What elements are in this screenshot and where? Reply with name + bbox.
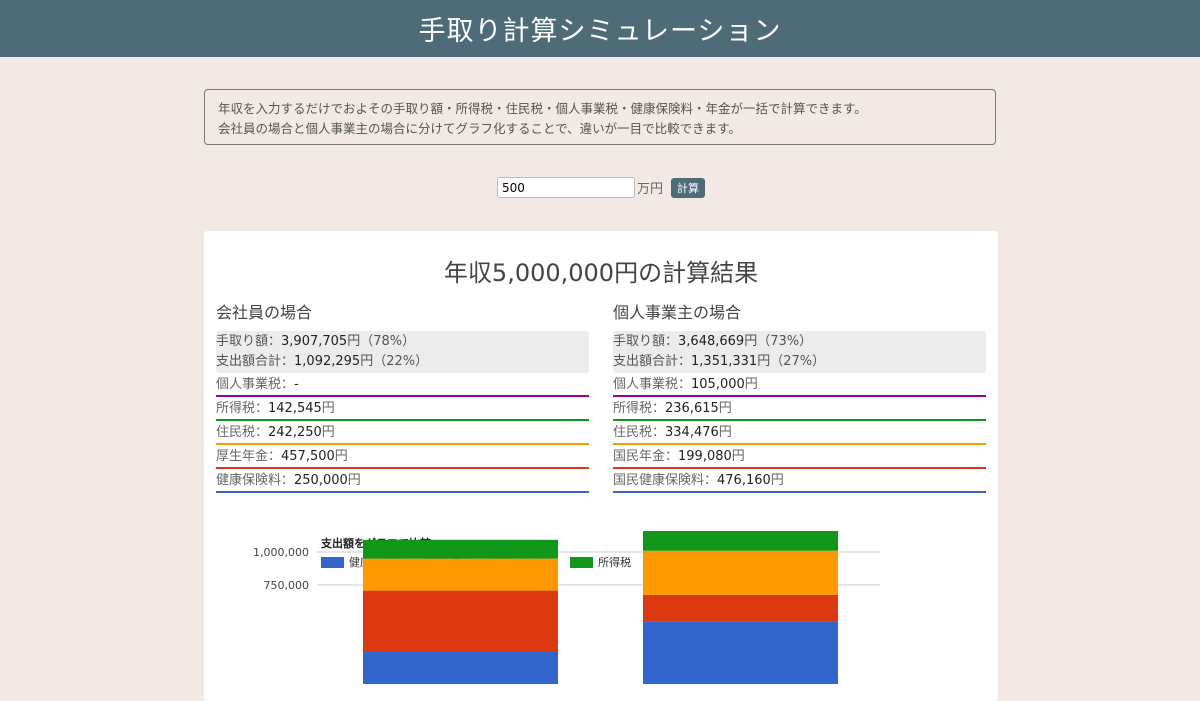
pension-row: 国民年金：199,080円 bbox=[613, 447, 986, 469]
item-value: 476,160 bbox=[717, 473, 771, 488]
item-unit: 円 bbox=[731, 449, 745, 464]
item-label: 国民健康保険料： bbox=[613, 473, 718, 488]
takehome-pct: （73%） bbox=[757, 334, 813, 349]
employee-summary: 手取り額：3,907,705円（78%） 支出額合計：1,092,295円（22… bbox=[216, 331, 589, 373]
bar-segment bbox=[643, 531, 838, 551]
bar-segment bbox=[363, 651, 558, 684]
business-tax-row: 個人事業税：105,000円 bbox=[613, 375, 986, 397]
expense-row: 支出額合計：1,351,331円（27%） bbox=[613, 352, 986, 372]
expense-row: 支出額合計：1,092,295円（22%） bbox=[216, 352, 589, 372]
employee-column: 会社員の場合 手取り額：3,907,705円（78%） 支出額合計：1,092,… bbox=[216, 299, 589, 493]
bar-segment bbox=[643, 621, 838, 684]
item-unit: 円 bbox=[321, 401, 335, 416]
item-value: 457,500 bbox=[281, 449, 335, 464]
y-tick-label: 1,000,000 bbox=[253, 546, 309, 559]
health-insurance-row: 国民健康保険料：476,160円 bbox=[613, 471, 986, 493]
intro-line-1: 年収を入力するだけでおよその手取り額・所得税・住民税・個人事業税・健康保険料・年… bbox=[218, 101, 867, 116]
item-unit: 円 bbox=[321, 425, 335, 440]
takehome-value: 3,907,705 bbox=[281, 334, 348, 349]
item-label: 所得税： bbox=[613, 401, 666, 416]
intro-box: 年収を入力するだけでおよその手取り額・所得税・住民税・個人事業税・健康保険料・年… bbox=[204, 89, 996, 145]
bar-segment bbox=[643, 594, 838, 622]
expense-unit: 円 bbox=[360, 354, 374, 369]
item-label: 住民税： bbox=[613, 425, 666, 440]
expense-value: 1,351,331 bbox=[691, 354, 758, 369]
expense-pct: （27%） bbox=[770, 354, 826, 369]
takehome-pct: （78%） bbox=[360, 334, 416, 349]
bar-segment bbox=[363, 558, 558, 591]
item-label: 住民税： bbox=[216, 425, 269, 440]
pension-row: 厚生年金：457,500円 bbox=[216, 447, 589, 469]
expense-pct: （22%） bbox=[373, 354, 429, 369]
item-unit: 円 bbox=[718, 425, 732, 440]
calculate-button[interactable]: 計算 bbox=[671, 177, 705, 198]
takehome-value: 3,648,669 bbox=[678, 334, 745, 349]
self-employed-heading: 個人事業主の場合 bbox=[613, 303, 742, 322]
expense-label: 支出額合計： bbox=[613, 354, 692, 369]
item-unit: 円 bbox=[334, 449, 348, 464]
takehome-label: 手取り額： bbox=[613, 334, 679, 349]
takehome-unit: 円 bbox=[347, 334, 361, 349]
health-insurance-row: 健康保険料：250,000円 bbox=[216, 471, 589, 493]
legend-swatch bbox=[321, 557, 344, 568]
item-value: 250,000 bbox=[294, 473, 348, 488]
item-unit: 円 bbox=[718, 401, 732, 416]
item-value: - bbox=[294, 377, 299, 392]
income-form: 万円 計算 bbox=[0, 177, 1200, 198]
app-header: 手取り計算シミュレーション bbox=[0, 0, 1200, 57]
resident-tax-row: 住民税：334,476円 bbox=[613, 423, 986, 445]
bar-segment bbox=[363, 539, 558, 559]
income-input[interactable] bbox=[496, 177, 635, 198]
takehome-row: 手取り額：3,648,669円（73%） bbox=[613, 332, 986, 352]
expense-unit: 円 bbox=[757, 354, 771, 369]
item-value: 334,476 bbox=[665, 425, 719, 440]
takehome-unit: 円 bbox=[744, 334, 758, 349]
page-title: 手取り計算シミュレーション bbox=[418, 16, 782, 47]
takehome-row: 手取り額：3,907,705円（78%） bbox=[216, 332, 589, 352]
item-value: 242,250 bbox=[268, 425, 322, 440]
expense-chart: 支出額をグラフで比較健康保険料年金住民税所得税個人事業税750,0001,000… bbox=[253, 531, 880, 684]
item-unit: 円 bbox=[347, 473, 361, 488]
self-employed-column: 個人事業主の場合 手取り額：3,648,669円（73%） 支出額合計：1,35… bbox=[613, 299, 986, 493]
self-employed-summary: 手取り額：3,648,669円（73%） 支出額合計：1,351,331円（27… bbox=[613, 331, 986, 373]
item-label: 所得税： bbox=[216, 401, 269, 416]
item-label: 厚生年金： bbox=[216, 449, 282, 464]
item-label: 健康保険料： bbox=[216, 473, 295, 488]
employee-heading: 会社員の場合 bbox=[216, 303, 313, 322]
item-label: 個人事業税： bbox=[613, 377, 692, 392]
bar-segment bbox=[643, 550, 838, 595]
item-value: 199,080 bbox=[678, 449, 732, 464]
income-tax-row: 所得税：236,615円 bbox=[613, 399, 986, 421]
result-panel: 年収5,000,000円の計算結果 会社員の場合 手取り額：3,907,705円… bbox=[204, 231, 998, 701]
result-title: 年収5,000,000円の計算結果 bbox=[443, 259, 759, 287]
item-unit: 円 bbox=[744, 377, 758, 392]
y-tick-label: 750,000 bbox=[264, 579, 310, 592]
legend-label: 所得税 bbox=[598, 555, 631, 569]
resident-tax-row: 住民税：242,250円 bbox=[216, 423, 589, 445]
expense-label: 支出額合計： bbox=[216, 354, 295, 369]
item-value: 105,000 bbox=[691, 377, 745, 392]
item-unit: 円 bbox=[770, 473, 784, 488]
legend-swatch bbox=[570, 557, 593, 568]
income-tax-row: 所得税：142,545円 bbox=[216, 399, 589, 421]
item-value: 142,545 bbox=[268, 401, 322, 416]
business-tax-row: 個人事業税：- bbox=[216, 375, 589, 397]
item-label: 国民年金： bbox=[613, 449, 679, 464]
unit-label: 万円 bbox=[636, 182, 663, 197]
item-value: 236,615 bbox=[665, 401, 719, 416]
expense-value: 1,092,295 bbox=[294, 354, 361, 369]
item-label: 個人事業税： bbox=[216, 377, 295, 392]
intro-line-2: 会社員の場合と個人事業主の場合に分けてグラフ化することで、違いが一目で比較できま… bbox=[218, 121, 741, 136]
takehome-label: 手取り額： bbox=[216, 334, 282, 349]
bar-segment bbox=[363, 590, 558, 651]
